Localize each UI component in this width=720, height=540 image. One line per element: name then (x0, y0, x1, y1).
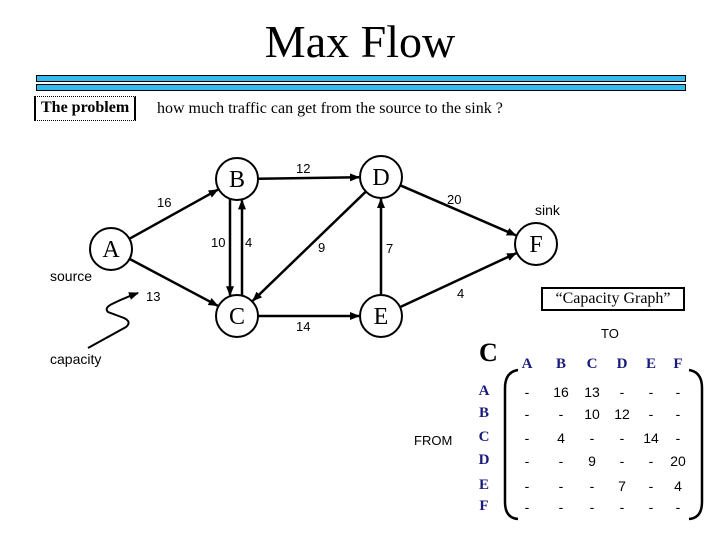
matrix-cell: - (524, 478, 530, 494)
matrix-cell: - (619, 453, 625, 469)
matrix-row-header-b: B (478, 405, 489, 421)
node-label-f: F (529, 232, 542, 258)
matrix-col-header-a: A (521, 356, 533, 372)
matrix-cell: - (589, 499, 595, 515)
node-label-a: A (102, 237, 120, 263)
edge-d-c (251, 190, 367, 302)
matrix-cell: - (558, 406, 564, 422)
matrix-cell: - (675, 430, 681, 446)
matrix-cell: 4 (557, 430, 565, 446)
matrix-cell: - (558, 453, 564, 469)
edge-label-b-c: 10 (211, 235, 225, 250)
capacity-label: capacity (50, 351, 101, 367)
matrix-col-header-e: E (645, 356, 656, 372)
sink-label: sink (535, 202, 561, 218)
matrix-cell: 9 (588, 453, 596, 469)
edge-label-b-d: 12 (296, 161, 310, 176)
matrix-cell: - (589, 430, 595, 446)
matrix-cell: - (524, 453, 530, 469)
node-label-e: E (374, 304, 389, 330)
matrix-to-label: TO (601, 326, 619, 341)
edge-a-c (128, 257, 219, 307)
matrix-cell: - (675, 406, 681, 422)
matrix-cell: - (648, 384, 654, 400)
matrix-cell: - (648, 406, 654, 422)
node-label-c: C (229, 304, 245, 330)
capacity-pointer-arrow (87, 292, 139, 349)
matrix-cell: 20 (670, 453, 686, 469)
matrix-cell: 10 (584, 406, 600, 422)
edge-a-b (128, 188, 219, 240)
matrix-cell: - (619, 384, 625, 400)
matrix-cell: 4 (674, 478, 682, 494)
matrix-cell: - (524, 499, 530, 515)
matrix-cell: - (558, 499, 564, 515)
matrix-cell: - (648, 453, 654, 469)
matrix-col-header-f: F (673, 356, 683, 372)
edge-label-e-f: 4 (457, 286, 464, 301)
edge-label-e-d: 7 (386, 241, 393, 256)
capacity-graph-caption: “Capacity Graph” (541, 287, 685, 311)
matrix-cell: - (558, 478, 564, 494)
matrix-cell: - (619, 430, 625, 446)
edge-label-a-c: 13 (146, 289, 160, 304)
source-label: source (50, 268, 92, 284)
edge-label-d-f: 20 (447, 192, 461, 207)
matrix-cell: 7 (618, 478, 626, 494)
matrix-cell: - (524, 406, 530, 422)
edge-label-c-e: 14 (296, 319, 310, 334)
matrix-cell: - (524, 384, 530, 400)
edge-label-a-b: 16 (157, 195, 171, 210)
matrix-col-header-c: C (586, 356, 598, 372)
edge-label-d-c: 9 (318, 240, 325, 255)
node-label-b: B (229, 167, 245, 193)
edge-label-c-b: 4 (245, 235, 252, 250)
node-label-d: D (372, 165, 389, 191)
matrix-cell: 14 (643, 430, 659, 446)
matrix-cell: 12 (614, 406, 630, 422)
matrix-cell: - (524, 430, 530, 446)
matrix-cell: - (589, 478, 595, 494)
matrix-row-header-e: E (478, 477, 489, 493)
matrix-cell: - (648, 478, 654, 494)
matrix-cell: - (619, 499, 625, 515)
matrix-cell: 13 (584, 384, 600, 400)
matrix-cell: - (675, 384, 681, 400)
matrix-col-header-b: B (555, 356, 566, 372)
matrix-row-header-a: A (478, 383, 490, 399)
matrix-row-header-d: D (478, 452, 490, 468)
matrix-cell: - (675, 499, 681, 515)
matrix-cell: - (648, 499, 654, 515)
matrix-col-header-d: D (616, 356, 628, 372)
matrix-from-label: FROM (414, 433, 453, 448)
matrix-row-header-f: F (479, 498, 489, 514)
matrix-row-header-c: C (478, 429, 490, 445)
matrix-cell: 16 (553, 384, 569, 400)
matrix-name: C (479, 338, 498, 367)
edge-b-d (257, 173, 361, 182)
